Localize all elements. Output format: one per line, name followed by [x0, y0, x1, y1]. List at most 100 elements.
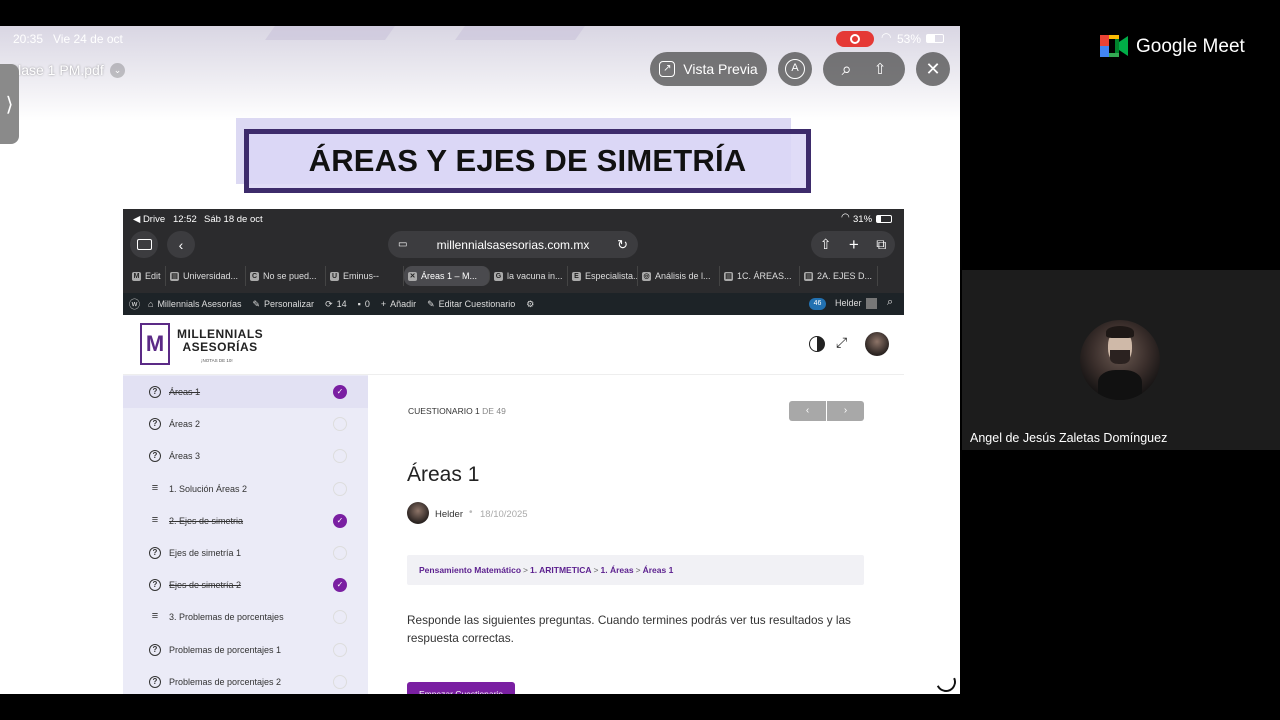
sidebar-button[interactable] — [130, 231, 158, 258]
browser-tab[interactable]: ◎ Análisis de l... — [638, 266, 720, 286]
tab-favicon-icon: ▤ — [804, 271, 813, 281]
next-button[interactable]: › — [827, 401, 864, 421]
slide-title: ÁREAS Y EJES DE SIMETRÍA — [308, 143, 747, 178]
inner-status-bar: ◀ Drive 12:52 Sáb 18 de oct ◠ 31% — [123, 209, 904, 229]
wifi-icon: ◠ — [881, 30, 892, 44]
page-menu-icon: ▭ — [398, 239, 408, 250]
inner-date: Sáb 18 de oct — [204, 214, 263, 225]
inner-battery-icon — [876, 215, 892, 223]
tab-favicon-icon: M — [132, 271, 141, 281]
sidebar-item-label: 2. Ejes de simetria — [169, 515, 244, 526]
breadcrumb-link[interactable]: 1. Áreas — [601, 565, 634, 575]
browser-tab[interactable]: ▤ Universidad... — [166, 266, 246, 286]
reload-icon[interactable]: ↻ — [617, 237, 628, 253]
browser-tab[interactable]: ▤ 2A. EJES D... — [800, 266, 878, 286]
share-icon[interactable]: ⇧ — [874, 60, 887, 78]
wordpress-icon[interactable]: ⓦ — [129, 296, 140, 312]
back-chevron-icon: ‹ — [178, 236, 184, 253]
incomplete-circle-icon — [333, 417, 347, 432]
wp-customize-link[interactable]: ✎ Personalizar — [252, 299, 314, 310]
next-icon: › — [843, 405, 848, 416]
address-bar[interactable]: ▭ millennialsasesorias.com.mx ↻ — [388, 231, 638, 258]
search-share-group: ⌕ ⇧ — [823, 52, 905, 86]
participant-avatar — [1080, 320, 1160, 400]
user-avatar[interactable] — [865, 332, 889, 356]
tab-label: Eminus-- — [343, 271, 380, 281]
sidebar-toggle-handle[interactable]: ⟩ — [0, 64, 19, 144]
dark-mode-icon[interactable] — [809, 336, 825, 352]
tab-label: la vacuna in... — [507, 271, 563, 281]
home-icon: ⌂ — [148, 299, 154, 309]
browser-tab[interactable]: ✕ Áreas 1 – M... — [404, 266, 490, 286]
pdf-toolbar: Clase 1 PM.pdf ⌄ ↗ Vista Previa A ⌕ ⇧ ✕ — [0, 52, 960, 96]
lesson-icon: ≡ — [151, 481, 159, 494]
sidebar-item-label: Ejes de simetría 1 — [169, 548, 242, 558]
share-button[interactable]: ⇧ + ⧉ — [811, 231, 895, 258]
tab-favicon-icon: G — [494, 271, 503, 281]
sidebar-lesson-item[interactable]: ? Áreas 1 ✓ — [123, 376, 368, 408]
wp-admin-bar: ⓦ ⌂ Millennials Asesorías ✎ Personalizar ⟳… — [123, 293, 904, 315]
screen-record-indicator — [836, 31, 874, 47]
preview-button[interactable]: ↗ Vista Previa — [650, 52, 767, 86]
sidebar-lesson-item[interactable]: ≡ 2. Ejes de simetria ✓ — [123, 505, 368, 537]
wp-site-label: Millennials Asesorías — [157, 299, 242, 309]
tab-label: Especialista... — [585, 271, 638, 281]
slide-title-box: ÁREAS Y EJES DE SIMETRÍA — [244, 129, 811, 193]
back-button[interactable]: ‹ — [167, 231, 195, 258]
tab-label: No se pued... — [263, 271, 317, 281]
markup-button[interactable]: A — [778, 52, 812, 86]
sidebar-lesson-item[interactable]: ? Áreas 3 — [123, 440, 368, 472]
publish-date: 18/10/2025 — [480, 509, 528, 520]
tabs-overview-icon[interactable]: ⧉ — [876, 236, 886, 253]
sidebar-lesson-item[interactable]: ≡ 1. Solución Áreas 2 — [123, 473, 368, 505]
wp-updates-link[interactable]: ⟳ 14 — [325, 299, 347, 310]
close-button[interactable]: ✕ — [916, 52, 950, 86]
participant-tile[interactable]: Angel de Jesús Zaletas Domínguez — [962, 270, 1280, 450]
browser-tab[interactable]: Gla vacuna in... — [490, 266, 568, 286]
tab-favicon-icon: E — [572, 271, 581, 281]
wp-user-label[interactable]: Helder — [835, 298, 862, 308]
browser-tab[interactable]: U Eminus-- — [326, 266, 404, 286]
browser-tab[interactable]: E Especialista... — [568, 266, 638, 286]
sidebar-lesson-item[interactable]: ? Ejes de simetría 1 — [123, 537, 368, 569]
site-logo-mark[interactable]: M — [140, 323, 170, 365]
markup-icon: A — [785, 59, 805, 79]
wp-user-avatar[interactable] — [866, 298, 877, 309]
wp-add-link[interactable]: + Añadir — [381, 299, 416, 309]
start-quiz-button[interactable]: Empezar Cuestionario — [407, 682, 515, 694]
breadcrumb-link[interactable]: 1. ARITMETICA — [530, 565, 592, 575]
completed-check-icon: ✓ — [333, 385, 347, 399]
site-logo-text[interactable]: MILLENNIALS ASESORÍAS — [177, 328, 263, 354]
browser-tab[interactable]: C No se pued... — [246, 266, 326, 286]
search-icon[interactable]: ⌕ — [842, 59, 852, 80]
sidebar-lesson-item[interactable]: ≡ 3. Problemas de porcentajes — [123, 601, 368, 633]
incomplete-circle-icon — [333, 642, 347, 657]
new-tab-icon[interactable]: + — [849, 235, 859, 255]
sidebar-lesson-item[interactable]: ? Áreas 2 — [123, 408, 368, 440]
sidebar-lesson-item[interactable]: ? Ejes de simetría 2 ✓ — [123, 569, 368, 601]
completed-check-icon: ✓ — [333, 578, 347, 593]
breadcrumb-link[interactable]: Áreas 1 — [643, 565, 674, 575]
sidebar-lesson-item[interactable]: ? Problemas de porcentajes 2 — [123, 666, 368, 694]
browser-tab[interactable]: M Edit — [128, 266, 166, 286]
author-name[interactable]: Helder — [435, 509, 463, 520]
wp-notification-badge[interactable]: 46 — [809, 298, 826, 310]
fullscreen-icon[interactable]: ⤢ — [836, 334, 847, 351]
sidebar-icon — [136, 239, 152, 250]
prev-button[interactable]: ‹ — [789, 401, 826, 421]
wp-plugin-icon[interactable]: ⚙ — [526, 299, 534, 310]
breadcrumb-link[interactable]: Pensamiento Matemático — [419, 565, 521, 575]
wp-search-icon[interactable]: ⌕ — [887, 296, 893, 309]
sidebar-lesson-item[interactable]: ? Problemas de porcentajes 1 — [123, 634, 368, 666]
pdf-filename[interactable]: Clase 1 PM.pdf — [8, 62, 104, 78]
wp-edit-link[interactable]: ✎ Editar Cuestionario — [427, 299, 515, 310]
filename-chevron-icon[interactable]: ⌄ — [110, 63, 125, 78]
quiz-main: CUESTIONARIO 1 DE 49 ‹ › Áreas 1 Helder … — [368, 375, 904, 694]
inner-share-icon[interactable]: ⇧ — [820, 236, 832, 253]
incomplete-circle-icon — [333, 449, 347, 464]
browser-tab[interactable]: ▤ 1C. ÁREAS... — [720, 266, 800, 286]
wp-comments-link[interactable]: ▪ 0 — [358, 299, 370, 309]
wp-site-link[interactable]: ⌂ Millennials Asesorías — [148, 299, 241, 309]
inner-time: 12:52 — [173, 214, 197, 225]
tab-favicon-icon: ▤ — [724, 271, 733, 281]
